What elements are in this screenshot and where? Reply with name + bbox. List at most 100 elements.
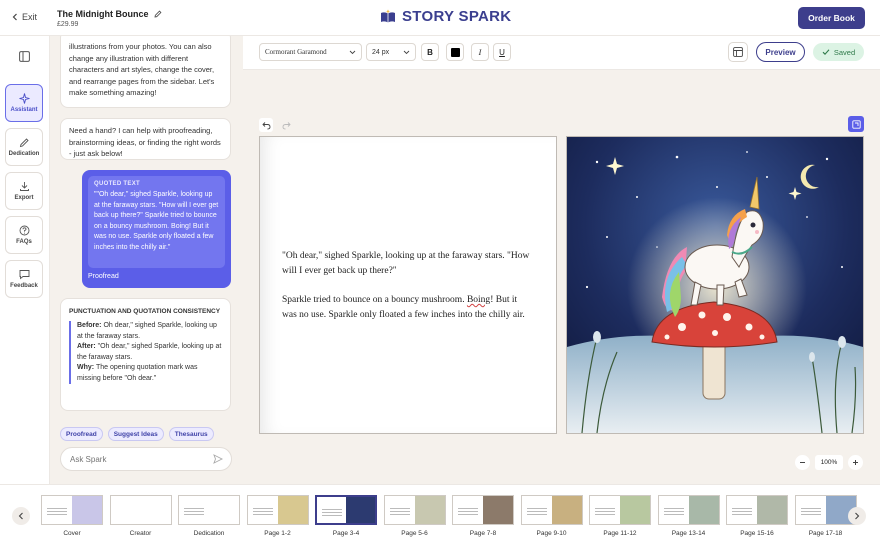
saved-label: Saved: [833, 47, 856, 57]
undo-button[interactable]: [259, 118, 273, 132]
assistant-chat-panel: illustrations from your photos. You can …: [50, 36, 243, 484]
thumbnail-right-half: [209, 496, 239, 524]
page-thumbnail[interactable]: Page 11-12: [589, 495, 651, 540]
send-button[interactable]: [213, 454, 224, 466]
thumbnail-label: Page 17-18: [808, 530, 843, 537]
zoom-out-button[interactable]: [795, 455, 810, 470]
font-family-select[interactable]: Cormorant Garamond: [259, 43, 362, 61]
page-thumbnail[interactable]: Page 13-14: [657, 495, 720, 540]
ask-spark-input[interactable]: [70, 454, 210, 464]
quoted-text-box: QUOTED TEXT ""Oh dear," sighed Sparkle, …: [88, 176, 225, 268]
check-icon: [822, 49, 830, 55]
minus-icon: [800, 462, 805, 463]
chip-suggest-ideas[interactable]: Suggest Ideas: [107, 427, 164, 441]
unicorn-illustration: [567, 137, 863, 433]
redo-button[interactable]: [279, 118, 293, 132]
plus-icon: [853, 460, 858, 465]
page-thumbnail[interactable]: Page 1-2: [246, 495, 309, 540]
thumbnail-preview: [589, 495, 651, 525]
edit-pencil-icon[interactable]: [154, 10, 162, 18]
strip-next-button[interactable]: [848, 507, 866, 525]
page-thumbnail[interactable]: Page 5-6: [383, 495, 446, 540]
thumbnail-label: Page 9-10: [536, 530, 567, 537]
editor-toolbar: Cormorant Garamond 24 px B I U Preview S…: [243, 36, 880, 70]
result-before: Before: Oh dear," sighed Sparkle, lookin…: [77, 321, 222, 342]
font-size-select[interactable]: 24 px: [366, 43, 416, 61]
sidebar-item-faqs[interactable]: FAQs: [5, 216, 43, 254]
sparkle-icon: [18, 93, 30, 104]
help-message-text: Need a hand? I can help with proofreadin…: [69, 126, 221, 158]
sidebar-item-export[interactable]: Export: [5, 172, 43, 210]
panel-toggle-button[interactable]: [12, 46, 36, 66]
page-thumbnail[interactable]: Creator: [109, 495, 172, 540]
sidebar-item-label: Feedback: [10, 283, 38, 289]
layout-swap-icon: [851, 119, 861, 129]
thumbnail-label: Page 11-12: [603, 530, 637, 537]
thumbnail-left-half: [727, 496, 757, 524]
thumbnail-preview: [246, 495, 309, 525]
redo-icon: [282, 121, 291, 129]
thumbnail-right-half: [346, 497, 375, 523]
page-thumbnail[interactable]: Page 9-10: [520, 495, 583, 540]
story-paragraph-1[interactable]: "Oh dear," sighed Sparkle, looking up at…: [282, 249, 530, 278]
italic-button[interactable]: I: [471, 43, 489, 61]
thumbnail-left-half: [247, 496, 278, 524]
thumbnail-preview: [383, 495, 446, 525]
thumbnail-right-half: [72, 496, 102, 524]
order-book-button[interactable]: Order Book: [798, 7, 865, 29]
thumbnail-text-lines: [526, 508, 547, 517]
story-text[interactable]: "Oh dear," sighed Sparkle, looking up at…: [282, 249, 530, 322]
book-title[interactable]: The Midnight Bounce: [57, 9, 162, 19]
paragraph-2-start: Sparkle tried to bounce on a bouncy mush…: [282, 295, 467, 305]
preview-button[interactable]: Preview: [756, 42, 805, 62]
thumbnail-preview: [315, 495, 377, 525]
spelling-flag[interactable]: Boing: [467, 295, 490, 305]
page-thumbnail[interactable]: Page 15-16: [726, 495, 788, 540]
page-thumbnail[interactable]: Dedication: [178, 495, 240, 540]
page-thumbnail[interactable]: Page 3-4: [315, 495, 377, 540]
sidebar-item-label: Export: [14, 195, 34, 201]
page-layout-button[interactable]: [728, 42, 748, 62]
thumbnail-preview: [109, 495, 172, 525]
thumbnail-text-lines: [800, 508, 821, 517]
left-page-text[interactable]: "Oh dear," sighed Sparkle, looking up at…: [259, 136, 557, 434]
sidebar-item-feedback[interactable]: Feedback: [5, 260, 43, 298]
page-thumbnail[interactable]: Cover: [41, 495, 103, 540]
thumbnail-preview: [520, 495, 583, 525]
story-paragraph-2[interactable]: Sparkle tried to bounce on a bouncy mush…: [282, 293, 530, 322]
strip-prev-button[interactable]: [12, 507, 30, 525]
thumbnail-text-lines: [389, 508, 410, 517]
text-color-button[interactable]: [446, 43, 464, 61]
quoted-text-header: QUOTED TEXT: [94, 181, 140, 187]
ask-spark-box: [60, 447, 232, 471]
thumbnail-left-half: [521, 496, 552, 524]
undo-icon: [261, 121, 270, 129]
intro-message-text: illustrations from your photos. You can …: [69, 42, 215, 97]
right-page-illustration[interactable]: [566, 136, 864, 434]
exit-button[interactable]: Exit: [12, 12, 37, 22]
thumbnail-right-half: [551, 496, 582, 524]
bold-button[interactable]: B: [421, 43, 439, 61]
book-title-text: The Midnight Bounce: [57, 9, 149, 19]
thumbnail-left-half: [179, 496, 209, 524]
thumbnail-text-lines: [732, 508, 752, 517]
spread-layout-button[interactable]: [848, 116, 864, 132]
chip-thesaurus[interactable]: Thesaurus: [168, 427, 214, 441]
left-rail: Assistant Dedication Export FAQs Feedbac…: [0, 36, 50, 484]
page-thumbnail[interactable]: Page 7-8: [452, 495, 514, 540]
thumbnail-preview: [178, 495, 240, 525]
chip-proofread[interactable]: Proofread: [60, 427, 103, 441]
underline-button[interactable]: U: [493, 43, 511, 61]
zoom-in-button[interactable]: [848, 455, 863, 470]
sidebar-item-dedication[interactable]: Dedication: [5, 128, 43, 166]
sidebar-item-assistant[interactable]: Assistant: [5, 84, 43, 122]
thumbnail-label: Page 5-6: [401, 530, 428, 537]
download-icon: [19, 182, 29, 191]
result-title: PUNCTUATION AND QUOTATION CONSISTENCY: [69, 308, 221, 315]
thumbnail-text-lines: [184, 508, 204, 517]
thumbnail-preview: [657, 495, 720, 525]
why-text: The opening quotation mark was missing b…: [77, 364, 198, 382]
thumbnail-left-half: [590, 496, 620, 524]
sidebar-item-label: Assistant: [10, 107, 38, 113]
chevron-left-icon: [18, 512, 23, 520]
